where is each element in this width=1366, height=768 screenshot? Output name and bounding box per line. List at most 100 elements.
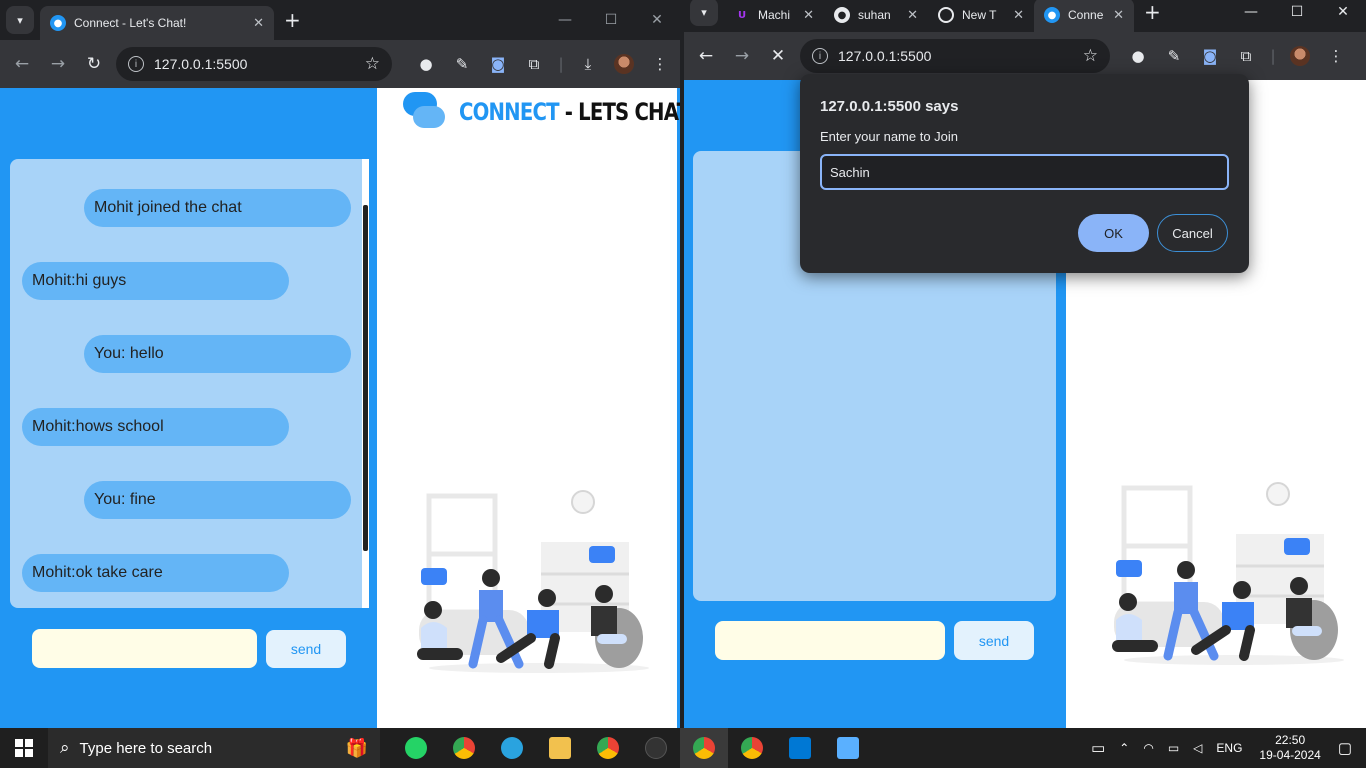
- tab-search-dropdown[interactable]: ▾: [6, 6, 34, 34]
- profile-avatar[interactable]: [1290, 46, 1310, 66]
- close-icon[interactable]: ✕: [253, 16, 264, 31]
- vscode-icon: [789, 737, 811, 759]
- chat-bubbles-icon: [403, 92, 447, 132]
- star-icon[interactable]: ☆: [1083, 46, 1098, 66]
- taskbar-telegram[interactable]: [488, 728, 536, 768]
- maximize-button[interactable]: ☐: [1274, 0, 1320, 24]
- taskbar-file-explorer[interactable]: [536, 728, 584, 768]
- system-tray: ▭ ⌃ ◠ ▭ ◁ ENG 22:50 19-04-2024 ▢: [1084, 728, 1366, 768]
- screen-capture-icon[interactable]: ◙: [480, 55, 516, 73]
- chat-icon: ●: [50, 15, 66, 31]
- language-indicator[interactable]: ENG: [1216, 741, 1242, 755]
- reload-button[interactable]: ↻: [76, 54, 112, 74]
- name-input[interactable]: Sachin: [820, 154, 1229, 190]
- tab-title: New T: [962, 8, 997, 22]
- tab-title: Connect - Let's Chat!: [74, 16, 187, 30]
- chat-scrollbar[interactable]: [362, 159, 369, 608]
- github-icon: ●: [834, 7, 850, 23]
- puzzle-icon[interactable]: ⧉: [1228, 47, 1264, 65]
- udemy-icon: U: [737, 9, 747, 21]
- tab-search-dropdown[interactable]: ▾: [690, 0, 718, 26]
- message-bubble: Mohit joined the chat: [84, 189, 351, 227]
- taskbar-photos[interactable]: [824, 728, 872, 768]
- tab-connect[interactable]: ● Connect - Let's Chat! ✕: [40, 6, 274, 40]
- send-button[interactable]: send: [954, 621, 1034, 660]
- close-icon[interactable]: ✕: [907, 8, 918, 23]
- taskbar-vscode[interactable]: [776, 728, 824, 768]
- download-icon[interactable]: ⤓: [570, 55, 606, 73]
- volume-icon[interactable]: ◁: [1193, 741, 1202, 755]
- chat-icon: ●: [1044, 7, 1060, 23]
- eyedropper-icon[interactable]: ✎: [444, 55, 480, 73]
- taskbar-wordpress[interactable]: [632, 728, 680, 768]
- extension-icon[interactable]: ●: [408, 55, 444, 73]
- battery-icon[interactable]: ▭: [1168, 741, 1179, 755]
- tab-udemy[interactable]: U Machi ✕: [724, 0, 824, 32]
- address-bar[interactable]: i 127.0.0.1:5500 ☆: [800, 39, 1110, 73]
- taskbar-whatsapp[interactable]: [392, 728, 440, 768]
- close-window-button[interactable]: ✕: [634, 0, 680, 40]
- back-button[interactable]: ←: [688, 46, 724, 66]
- minimize-button[interactable]: —: [542, 0, 588, 40]
- tab-github[interactable]: ● suhan ✕: [824, 0, 928, 32]
- app-logo: CONNECT - LETS CHAT!: [403, 92, 680, 132]
- star-icon[interactable]: ☆: [365, 54, 380, 74]
- chrome-icon: [741, 737, 763, 759]
- telegram-icon: [501, 737, 523, 759]
- info-icon[interactable]: i: [128, 56, 144, 72]
- minimize-button[interactable]: —: [1228, 0, 1274, 24]
- eyedropper-icon[interactable]: ✎: [1156, 47, 1192, 65]
- message-input[interactable]: [32, 629, 257, 668]
- clock[interactable]: 22:50 19-04-2024: [1259, 733, 1320, 763]
- tab-strip: ▾ ● Connect - Let's Chat! ✕ + — ☐ ✕: [0, 0, 680, 40]
- tab-connect[interactable]: ● Conne ✕: [1034, 0, 1134, 32]
- taskbar-chrome-2[interactable]: [584, 728, 632, 768]
- cancel-button[interactable]: Cancel: [1157, 214, 1228, 252]
- extension-icon[interactable]: ●: [1120, 47, 1156, 65]
- forward-button[interactable]: →: [40, 54, 76, 74]
- window-controls: — ☐ ✕: [542, 0, 680, 40]
- logo-word-letschat: - LETS CHAT!: [564, 98, 680, 126]
- taskbar-chrome-1[interactable]: [440, 728, 488, 768]
- tab-new-tab[interactable]: New T ✕: [928, 0, 1034, 32]
- start-button[interactable]: [0, 728, 48, 768]
- message-input[interactable]: [715, 621, 945, 660]
- close-icon[interactable]: ✕: [1013, 8, 1024, 23]
- address-bar[interactable]: i 127.0.0.1:5500 ☆: [116, 47, 392, 81]
- taskbar-search[interactable]: ⌕ Type here to search 🎁: [48, 728, 380, 768]
- clock-date: 19-04-2024: [1259, 748, 1321, 762]
- message-bubble: You: hello: [84, 335, 351, 373]
- chevron-up-icon[interactable]: ⌃: [1119, 741, 1129, 755]
- new-tab-button[interactable]: +: [284, 8, 301, 32]
- send-button[interactable]: send: [266, 630, 346, 668]
- screen-capture-icon[interactable]: ◙: [1192, 47, 1228, 65]
- tab-title: suhan: [858, 8, 891, 22]
- maximize-button[interactable]: ☐: [588, 0, 634, 40]
- dialog-message: Enter your name to Join: [820, 129, 959, 144]
- chat-container: Mohit joined the chat Mohit:hi guys You:…: [10, 159, 362, 608]
- info-icon[interactable]: i: [812, 48, 828, 64]
- folder-icon: [549, 737, 571, 759]
- menu-icon[interactable]: ⋮: [1318, 47, 1354, 65]
- ok-button[interactable]: OK: [1078, 214, 1149, 252]
- taskbar-chrome-3[interactable]: [680, 728, 728, 768]
- menu-icon[interactable]: ⋮: [642, 55, 678, 73]
- scroll-thumb[interactable]: [363, 205, 368, 551]
- close-window-button[interactable]: ✕: [1320, 0, 1366, 24]
- close-icon[interactable]: ✕: [803, 8, 814, 23]
- forward-button[interactable]: →: [724, 46, 760, 66]
- keyboard-icon[interactable]: ▭: [1091, 739, 1105, 757]
- back-button[interactable]: ←: [4, 54, 40, 74]
- logo-word-connect: CONNECT: [459, 98, 560, 126]
- profile-avatar[interactable]: [614, 54, 634, 74]
- chevron-down-icon: ▾: [17, 13, 23, 27]
- prompt-dialog: 127.0.0.1:5500 says Enter your name to J…: [800, 74, 1249, 273]
- right-browser-window: ▾ U Machi ✕ ● suhan ✕ New T ✕ ● Conne ✕ …: [684, 0, 1366, 728]
- puzzle-icon[interactable]: ⧉: [516, 55, 552, 73]
- taskbar-chrome-4[interactable]: [728, 728, 776, 768]
- close-icon[interactable]: ✕: [1113, 8, 1124, 23]
- stop-loading-button[interactable]: ✕: [760, 46, 796, 66]
- wifi-icon[interactable]: ◠: [1143, 741, 1153, 755]
- notification-icon[interactable]: ▢: [1338, 739, 1352, 757]
- new-tab-button[interactable]: +: [1144, 0, 1161, 24]
